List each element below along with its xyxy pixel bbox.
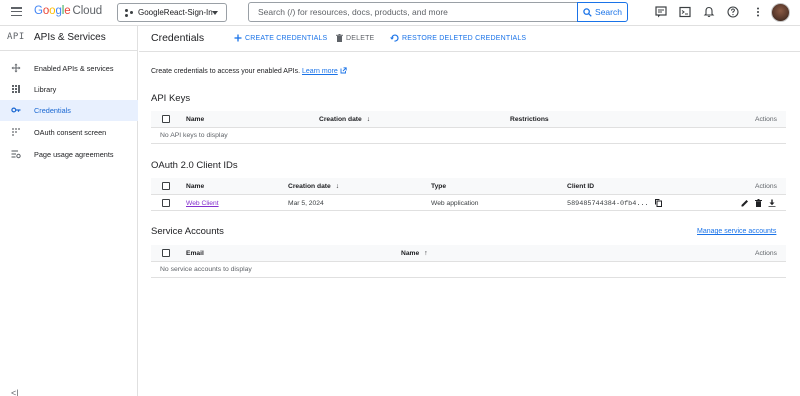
manage-service-accounts-link[interactable]: Manage service accounts — [697, 228, 776, 235]
sidebar-item-credentials[interactable]: Credentials — [0, 100, 138, 121]
select-all-checkbox[interactable] — [162, 249, 170, 257]
settings-list-icon — [11, 150, 21, 159]
service-accounts-title: Service Accounts — [151, 226, 224, 237]
avatar[interactable] — [771, 3, 790, 22]
move-icon — [11, 63, 21, 73]
search-input[interactable] — [249, 3, 577, 21]
sidebar-header: API APIs & Services — [0, 26, 138, 51]
select-all-checkbox[interactable] — [162, 182, 170, 190]
trash-icon — [336, 34, 343, 42]
edit-icon[interactable] — [741, 199, 749, 207]
key-icon — [11, 107, 21, 113]
terminal-icon[interactable] — [679, 6, 691, 18]
page-header: Credentials CREATE CREDENTIALS DELETE RE… — [139, 26, 800, 52]
project-icon — [125, 8, 133, 17]
search-box[interactable] — [248, 2, 578, 22]
notes-icon[interactable] — [655, 6, 667, 18]
table-header: Name Creation date ↓ Restrictions Actions — [151, 111, 786, 128]
learn-more-link[interactable]: Learn more — [302, 68, 338, 75]
select-all-checkbox[interactable] — [162, 115, 170, 123]
search-icon — [583, 7, 592, 17]
arrow-down-icon: ↓ — [335, 182, 340, 190]
empty-row: No service accounts to display — [151, 262, 786, 278]
sidebar-title: APIs & Services — [34, 32, 106, 43]
plus-icon — [234, 34, 242, 42]
empty-row: No API keys to display — [151, 128, 786, 144]
sort-creation-date[interactable]: Creation date ↓ — [319, 116, 370, 123]
menu-icon[interactable] — [11, 7, 22, 17]
sidebar-item-enabled-apis[interactable]: Enabled APIs & services — [0, 58, 138, 79]
sidebar-item-page-usage[interactable]: Page usage agreements — [0, 144, 138, 165]
client-name-link[interactable]: Web Client — [186, 200, 219, 207]
download-icon[interactable] — [768, 199, 776, 208]
restore-deleted-button[interactable]: RESTORE DELETED CREDENTIALS — [390, 34, 526, 42]
help-icon[interactable] — [727, 6, 739, 18]
api-keys-title: API Keys — [151, 93, 191, 104]
sidebar-item-library[interactable]: Library — [0, 79, 138, 100]
delete-icon[interactable] — [755, 198, 762, 208]
row-checkbox[interactable] — [162, 198, 170, 207]
bell-icon[interactable] — [703, 6, 715, 18]
sidebar: API APIs & Services Enabled APIs & servi… — [0, 26, 138, 396]
consent-icon — [12, 128, 20, 136]
page-title: Credentials — [151, 32, 205, 44]
oauth-title: OAuth 2.0 Client IDs — [151, 160, 238, 171]
arrow-up-icon: ↑ — [424, 249, 428, 257]
sidebar-item-oauth-consent[interactable]: OAuth consent screen — [0, 122, 138, 143]
table-header: Name Creation date ↓ Type Client ID Actio… — [151, 178, 786, 195]
copy-icon[interactable] — [655, 199, 662, 207]
project-name: GoogleReact-Sign-In — [138, 8, 213, 17]
library-icon — [12, 85, 20, 93]
sort-name[interactable]: Name ↑ — [401, 250, 428, 257]
restore-icon — [390, 34, 399, 42]
table-row: Web Client Mar 5, 2024 Web application 5… — [151, 195, 786, 211]
table-header: Email Name ↑ Actions — [151, 245, 786, 262]
project-selector[interactable]: GoogleReact-Sign-In — [117, 3, 227, 22]
api-logo: API — [7, 32, 25, 42]
intro-text: Create credentials to access your enable… — [151, 67, 347, 75]
top-bar: Google Cloud GoogleReact-Sign-In Search — [0, 0, 800, 26]
collapse-sidebar-icon[interactable]: <| — [11, 388, 19, 396]
external-link-icon[interactable] — [340, 67, 347, 74]
delete-button[interactable]: DELETE — [336, 34, 374, 42]
chevron-down-icon — [212, 11, 218, 15]
create-credentials-button[interactable]: CREATE CREDENTIALS — [234, 34, 327, 42]
search-button[interactable]: Search — [577, 2, 628, 22]
sort-creation-date[interactable]: Creation date ↓ — [288, 183, 339, 190]
google-cloud-logo[interactable]: Google Cloud — [34, 5, 102, 17]
arrow-down-icon: ↓ — [366, 115, 371, 123]
more-vert-icon[interactable] — [752, 6, 764, 18]
